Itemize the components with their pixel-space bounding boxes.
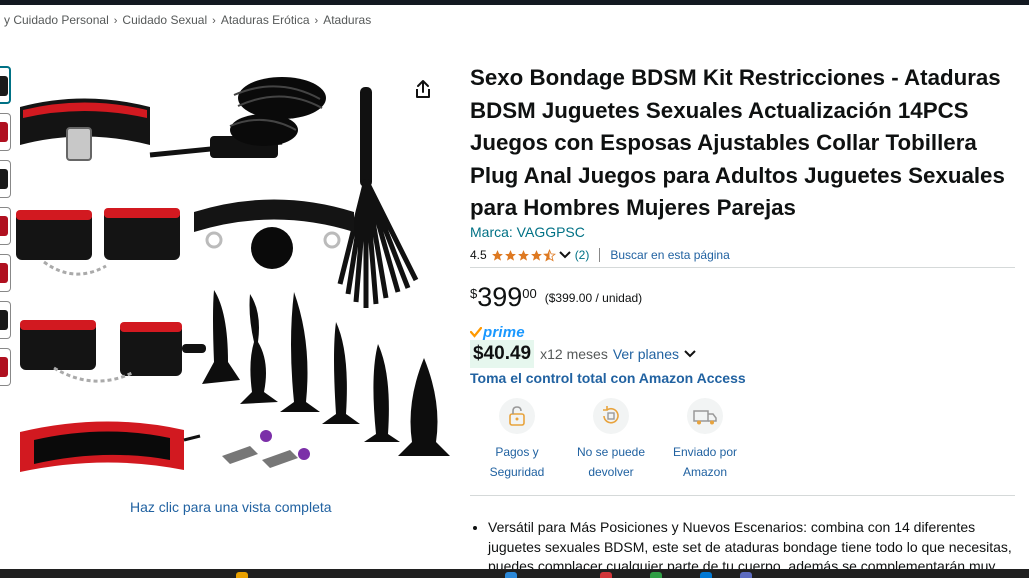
- taskbar-app-icon[interactable]: [236, 572, 248, 578]
- bullet-item: Versátil para Más Posiciones y Nuevos Es…: [488, 518, 1020, 577]
- brand-link[interactable]: Marca: VAGGPSC: [470, 224, 585, 240]
- taskbar-app-icon[interactable]: [505, 572, 517, 578]
- thumbnail[interactable]: [0, 254, 11, 292]
- feature-no-return[interactable]: No se puede devolver: [564, 398, 658, 482]
- star-icon: [491, 249, 503, 261]
- breadcrumb-item[interactable]: y Cuidado Personal: [4, 13, 109, 27]
- half-star-icon: [542, 248, 556, 262]
- price: $ 399 00 ($399.00 / unidad): [470, 282, 642, 312]
- feature-label: Enviado por Amazon: [672, 445, 738, 479]
- view-plans-link[interactable]: Ver planes: [613, 346, 679, 362]
- rating-row: 4.5 (2) Buscar en esta página: [470, 246, 730, 264]
- installment-row: $40.49 x12 meses Ver planes: [470, 340, 696, 368]
- section-divider: [470, 267, 1015, 268]
- delivery-truck-icon: [693, 410, 717, 425]
- thumbnail[interactable]: [0, 113, 11, 151]
- star-icon: [530, 249, 542, 261]
- feature-label: Pagos y Seguridad: [489, 445, 545, 479]
- product-image[interactable]: [14, 62, 458, 472]
- handcuffs-illustration: [16, 208, 180, 276]
- rope-illustration: [229, 77, 326, 146]
- taskbar-app-icon[interactable]: [600, 572, 612, 578]
- prime-check-icon: [470, 327, 482, 338]
- plugs-illustration: [202, 290, 450, 456]
- taskbar-app-icon[interactable]: [740, 572, 752, 578]
- star-icon: [517, 249, 529, 261]
- product-title: Sexo Bondage BDSM Kit Restricciones - At…: [470, 65, 1005, 220]
- feature-label: No se puede devolver: [576, 445, 646, 479]
- nipple-clamps-illustration: [222, 430, 310, 468]
- search-page-link[interactable]: Buscar en esta página: [610, 248, 729, 262]
- share-icon: [416, 80, 430, 98]
- price-symbol: $: [470, 286, 478, 301]
- installment-amount: $40.49: [470, 340, 535, 368]
- flogger-illustration: [337, 87, 419, 308]
- breadcrumb-separator: ›: [314, 15, 319, 27]
- section-divider: [470, 495, 1015, 496]
- top-bar: [0, 0, 1029, 5]
- price-whole: 399: [477, 282, 523, 312]
- ankle-cuffs-illustration: [20, 320, 206, 383]
- chevron-down-icon: [558, 251, 571, 259]
- no-return-icon: [603, 406, 619, 424]
- breadcrumb-item[interactable]: Ataduras: [323, 13, 371, 27]
- thumbnail[interactable]: [0, 301, 11, 339]
- amazon-access-link[interactable]: Toma el control total con Amazon Access: [470, 370, 746, 386]
- rating-value: 4.5: [470, 248, 487, 262]
- feature-secure-payment[interactable]: Pagos y Seguridad: [470, 398, 564, 482]
- chevron-down-icon: [684, 350, 696, 358]
- thumbnail[interactable]: [0, 160, 11, 198]
- ball-gag-illustration: [194, 199, 354, 269]
- price-fraction: 00: [522, 286, 537, 301]
- thumbnail[interactable]: [0, 348, 11, 386]
- share-button[interactable]: [410, 76, 436, 102]
- thumbnail-strip: [0, 66, 12, 395]
- breadcrumb-separator: ›: [113, 15, 118, 27]
- unit-price: ($399.00 / unidad): [544, 291, 643, 305]
- taskbar-app-icon[interactable]: [650, 572, 662, 578]
- divider: [599, 248, 601, 262]
- prime-badge: prime: [470, 324, 525, 341]
- thumbnail[interactable]: [0, 207, 11, 245]
- breadcrumb-item[interactable]: Cuidado Sexual: [122, 13, 207, 27]
- star-icon: [504, 249, 516, 261]
- thumbnail[interactable]: [0, 66, 11, 104]
- taskbar-app-icon[interactable]: [700, 572, 712, 578]
- blindfold-illustration: [20, 421, 201, 472]
- breadcrumb: y Cuidado Personal › Cuidado Sexual › Atadur…: [4, 13, 371, 27]
- installment-months: x12 meses: [540, 346, 608, 362]
- review-count-link[interactable]: (2): [575, 248, 590, 262]
- secure-payment-icon: [509, 406, 525, 426]
- breadcrumb-item[interactable]: Ataduras Erótica: [221, 13, 310, 27]
- feature-badges: Pagos y Seguridad No se puede devolver E…: [470, 398, 752, 482]
- prime-label: prime: [483, 324, 525, 341]
- feature-shipped-by-amazon[interactable]: Enviado por Amazon: [658, 398, 752, 482]
- feature-bullets: Versátil para Más Posiciones y Nuevos Es…: [488, 518, 1020, 577]
- breadcrumb-separator: ›: [212, 15, 216, 27]
- star-rating[interactable]: [491, 248, 556, 262]
- view-full-image-link[interactable]: Haz clic para una vista completa: [130, 499, 332, 515]
